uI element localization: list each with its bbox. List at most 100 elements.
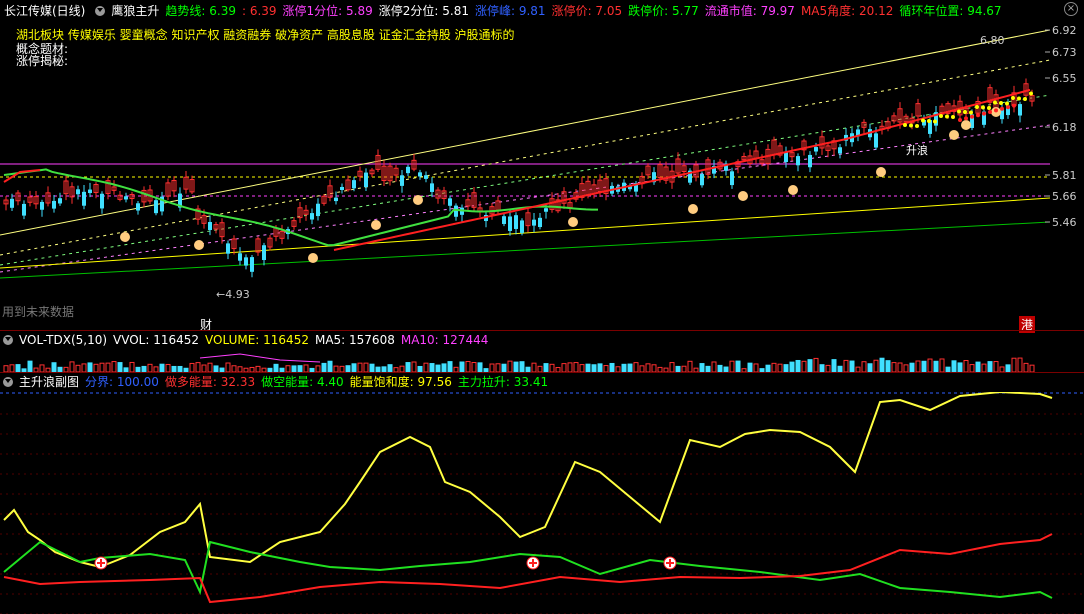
candle-down	[82, 191, 86, 206]
candle-down	[136, 203, 140, 211]
volume-bar	[81, 363, 87, 372]
hand-marker-icon	[371, 220, 381, 230]
signal-dot	[987, 106, 991, 110]
candle-down	[250, 257, 254, 272]
signal-dot	[1023, 97, 1027, 101]
candle-down	[124, 196, 128, 200]
volume-bar	[903, 364, 909, 372]
volume-bar	[411, 361, 417, 372]
main-wave-subchart[interactable]	[0, 392, 1084, 614]
volume-bar	[27, 360, 33, 372]
volume-bar	[819, 364, 825, 372]
volume-bar	[549, 363, 555, 372]
candle-down	[316, 203, 320, 217]
main-price-chart[interactable]: 6.92 6.73 6.55 6.18 5.81 5.66 5.46 6.80 ←4.93 升浪	[0, 0, 1084, 330]
volume-bar	[51, 362, 57, 372]
volume-bar	[327, 360, 333, 372]
hand-marker-icon	[413, 195, 423, 205]
sub-header-value: 主力拉升: 33.41	[457, 375, 549, 389]
volume-bar	[777, 363, 783, 372]
candle-down	[76, 189, 80, 195]
candle-down	[208, 222, 212, 231]
candle-down	[796, 156, 800, 166]
candle-down	[520, 220, 524, 233]
volume-bar	[909, 362, 915, 372]
volume-bar	[357, 362, 363, 372]
channel-mid-1	[0, 59, 1051, 256]
volume-bar	[879, 357, 885, 372]
candle-down	[154, 200, 158, 214]
sub-indicator-name[interactable]: 主升浪副图	[19, 375, 79, 389]
volume-bar	[591, 364, 597, 372]
volume-bar	[471, 362, 477, 372]
volume-bar	[771, 362, 777, 372]
price-label: 6.73	[1052, 46, 1077, 59]
volume-bar	[363, 362, 369, 372]
candle-down	[334, 197, 338, 202]
volume-bar	[645, 363, 651, 372]
signal-dot	[999, 101, 1003, 105]
volume-header-value: MA10: 127444	[400, 333, 489, 347]
dropdown-icon[interactable]	[3, 335, 13, 345]
volume-bar	[99, 362, 105, 372]
volume-bar	[915, 360, 921, 372]
candle-down	[40, 201, 44, 210]
volume-bar	[489, 363, 495, 372]
volume-bar	[579, 364, 585, 372]
volume-bar	[387, 364, 393, 372]
candle-down	[406, 166, 410, 174]
volume-bar	[9, 364, 15, 372]
volume-bar	[597, 363, 603, 372]
volume-bar	[825, 364, 831, 372]
volume-bar	[273, 363, 279, 372]
volume-bar	[75, 364, 81, 372]
candle-down	[22, 203, 26, 216]
volume-bar	[753, 363, 759, 372]
volume-header-value: VOLUME: 116452	[205, 333, 309, 347]
signal-dot-red	[964, 116, 968, 121]
volume-bar	[369, 363, 375, 372]
signal-dot	[921, 118, 925, 123]
volume-bar	[477, 362, 483, 372]
volume-bar	[321, 362, 327, 372]
volume-bar	[189, 362, 195, 372]
volume-bar	[789, 361, 795, 372]
volume-bar	[957, 362, 963, 372]
volume-bar	[303, 364, 309, 372]
volume-bar	[843, 359, 849, 372]
volume-bar	[717, 364, 723, 372]
volume-bar	[513, 361, 519, 372]
signal-dot	[1029, 91, 1033, 96]
volume-indicator-name[interactable]: VOL-TDX(5,10)	[19, 333, 107, 347]
signal-dot	[975, 105, 979, 109]
signal-dot-red	[958, 118, 962, 122]
energy-saturation-line	[3, 392, 1053, 569]
candle-down	[424, 175, 428, 179]
signal-dot	[933, 119, 937, 124]
candle-down	[364, 172, 368, 187]
volume-bar	[951, 360, 957, 372]
hand-marker-icon	[688, 204, 698, 214]
candle-down	[838, 147, 842, 154]
volume-chart[interactable]	[0, 350, 1084, 372]
volume-bar	[585, 363, 591, 372]
volume-bar	[567, 362, 573, 372]
volume-bar	[963, 360, 969, 372]
candle-down	[58, 198, 62, 204]
hand-marker-icon	[961, 120, 971, 130]
hand-marker-icon	[876, 167, 886, 177]
volume-bar	[801, 360, 807, 372]
dropdown-icon[interactable]	[3, 377, 13, 387]
hand-marker-icon	[949, 130, 959, 140]
volume-bar	[873, 359, 879, 372]
candle-down	[514, 215, 518, 229]
volume-bar	[423, 362, 429, 372]
signal-dot-red	[976, 113, 980, 118]
candle-down	[874, 133, 878, 148]
signal-dot	[939, 114, 943, 118]
candle-down	[508, 216, 512, 231]
volume-bar	[687, 360, 693, 372]
volume-bar	[465, 361, 471, 372]
price-label: 5.81	[1052, 169, 1077, 182]
signal-dot	[1005, 101, 1009, 106]
